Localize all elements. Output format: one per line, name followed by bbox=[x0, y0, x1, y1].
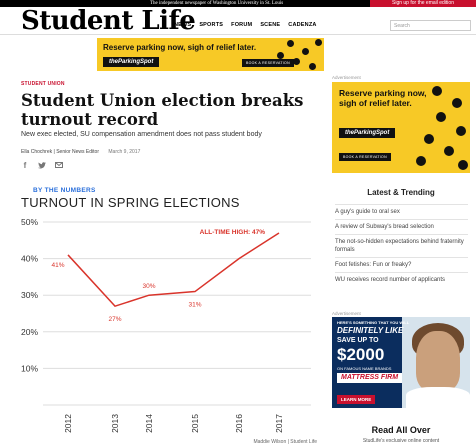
data-label: 41% bbox=[51, 262, 64, 269]
y-tick-label: 10% bbox=[21, 363, 38, 373]
nav-news[interactable]: NEWS bbox=[174, 22, 191, 28]
mattress-firm-logo: MATTRESS FIRM bbox=[337, 373, 403, 383]
facebook-icon[interactable]: f bbox=[21, 161, 29, 170]
byline: Ella Chochrek | Senior News Editor March… bbox=[21, 149, 140, 155]
learn-more-button[interactable]: LEARN MORE bbox=[337, 395, 376, 404]
twitter-icon[interactable] bbox=[38, 161, 46, 169]
publish-date: March 9, 2017 bbox=[108, 149, 141, 155]
trending-link[interactable]: The not-so-hidden expectations behind fr… bbox=[335, 234, 468, 257]
data-label: 30% bbox=[142, 283, 155, 290]
ad-model-shirt bbox=[406, 387, 470, 408]
trending-list: A guy's guide to oral sex A review of Su… bbox=[335, 204, 468, 287]
ad-model-face bbox=[416, 331, 460, 391]
data-label: 27% bbox=[108, 316, 121, 323]
header-divider bbox=[0, 34, 476, 35]
nav-forum[interactable]: FORUM bbox=[231, 22, 252, 28]
site-logo[interactable]: Student Life bbox=[21, 6, 196, 36]
x-tick-label: 2012 bbox=[63, 414, 73, 433]
article-section-label[interactable]: STUDENT UNION bbox=[21, 81, 65, 87]
x-tick-label: 2017 bbox=[274, 414, 284, 433]
banner-ad[interactable]: Reserve parking now, sigh of relief late… bbox=[97, 38, 324, 71]
data-label: 31% bbox=[188, 302, 201, 309]
article-title: Student Union election breaks turnout re… bbox=[21, 91, 304, 129]
parking-spot-logo: theParkingSpot bbox=[339, 128, 396, 138]
x-tick-label: 2016 bbox=[234, 414, 244, 433]
all-time-high-annotation: ALL-TIME HIGH: 47% bbox=[200, 229, 266, 236]
y-tick-label: 30% bbox=[21, 290, 38, 300]
turnout-chart: BY THE NUMBERS TURNOUT IN SPRING ELECTIO… bbox=[21, 183, 319, 447]
ad-label: Advertisement bbox=[332, 75, 361, 80]
ad-line: HERE'S SOMETHING THAT YOU WILL bbox=[337, 320, 410, 325]
trending-link[interactable]: A review of Subway's bread selection bbox=[335, 219, 468, 234]
share-bar: f bbox=[21, 161, 63, 170]
y-tick-label: 50% bbox=[21, 217, 38, 227]
article-subheadline: New exec elected, SU compensation amendm… bbox=[21, 131, 262, 138]
nav-sports[interactable]: SPORTS bbox=[199, 22, 223, 28]
trending-link[interactable]: WU receives record number of applicants bbox=[335, 272, 468, 287]
ad-line: DEFINITELY LIKE bbox=[337, 326, 404, 335]
read-all-over-heading[interactable]: Read All Over bbox=[332, 425, 470, 435]
parking-spot-logo: theParkingSpot bbox=[103, 57, 160, 67]
x-tick-label: 2014 bbox=[144, 414, 154, 433]
ad-line: SAVE UP TO bbox=[337, 337, 379, 344]
ad-line: ON FAMOUS NAME BRANDS bbox=[337, 366, 392, 371]
sidebar-ad-cta[interactable]: BOOK A RESERVATION bbox=[339, 153, 391, 161]
y-tick-label: 20% bbox=[21, 327, 38, 337]
banner-ad-headline: Reserve parking now, sigh of relief late… bbox=[103, 43, 257, 52]
banner-ad-cta[interactable]: BOOK A RESERVATION bbox=[242, 59, 294, 67]
trending-heading: Latest & Trending bbox=[367, 188, 435, 197]
read-all-over-subtitle: StudLife's exclusive online content bbox=[362, 438, 440, 444]
trending-link[interactable]: Foot fetishes: Fun or freaky? bbox=[335, 257, 468, 272]
email-icon[interactable] bbox=[55, 161, 63, 169]
x-tick-label: 2015 bbox=[190, 414, 200, 433]
y-tick-label: 40% bbox=[21, 254, 38, 264]
sidebar-ad[interactable]: Reserve parking now, sigh of relief late… bbox=[332, 82, 470, 173]
mattress-firm-ad[interactable]: HERE'S SOMETHING THAT YOU WILL DEFINITEL… bbox=[332, 317, 470, 408]
trending-link[interactable]: A guy's guide to oral sex bbox=[335, 204, 468, 219]
ad-price: $2000 bbox=[337, 345, 385, 364]
nav-cadenza[interactable]: CADENZA bbox=[288, 22, 316, 28]
ad-label: Advertisement bbox=[332, 311, 361, 316]
sidebar-ad-headline: Reserve parking now, sigh of relief late… bbox=[339, 88, 427, 108]
chart-credit: Maddie Wilson | Student Life bbox=[253, 439, 317, 445]
x-tick-label: 2013 bbox=[110, 414, 120, 433]
nav-scene[interactable]: SCENE bbox=[260, 22, 280, 28]
search-input[interactable]: Search bbox=[390, 20, 471, 31]
author-name[interactable]: Ella Chochrek | Senior News Editor bbox=[21, 149, 99, 155]
email-signup-button[interactable]: Sign up for the email edition bbox=[370, 0, 476, 7]
main-nav: NEWS SPORTS FORUM SCENE CADENZA bbox=[174, 22, 317, 28]
chart-canvas: 10% 20% 30% 40% 50% 2012 2013 2014 2015 2016 2017 4… bbox=[21, 217, 311, 433]
